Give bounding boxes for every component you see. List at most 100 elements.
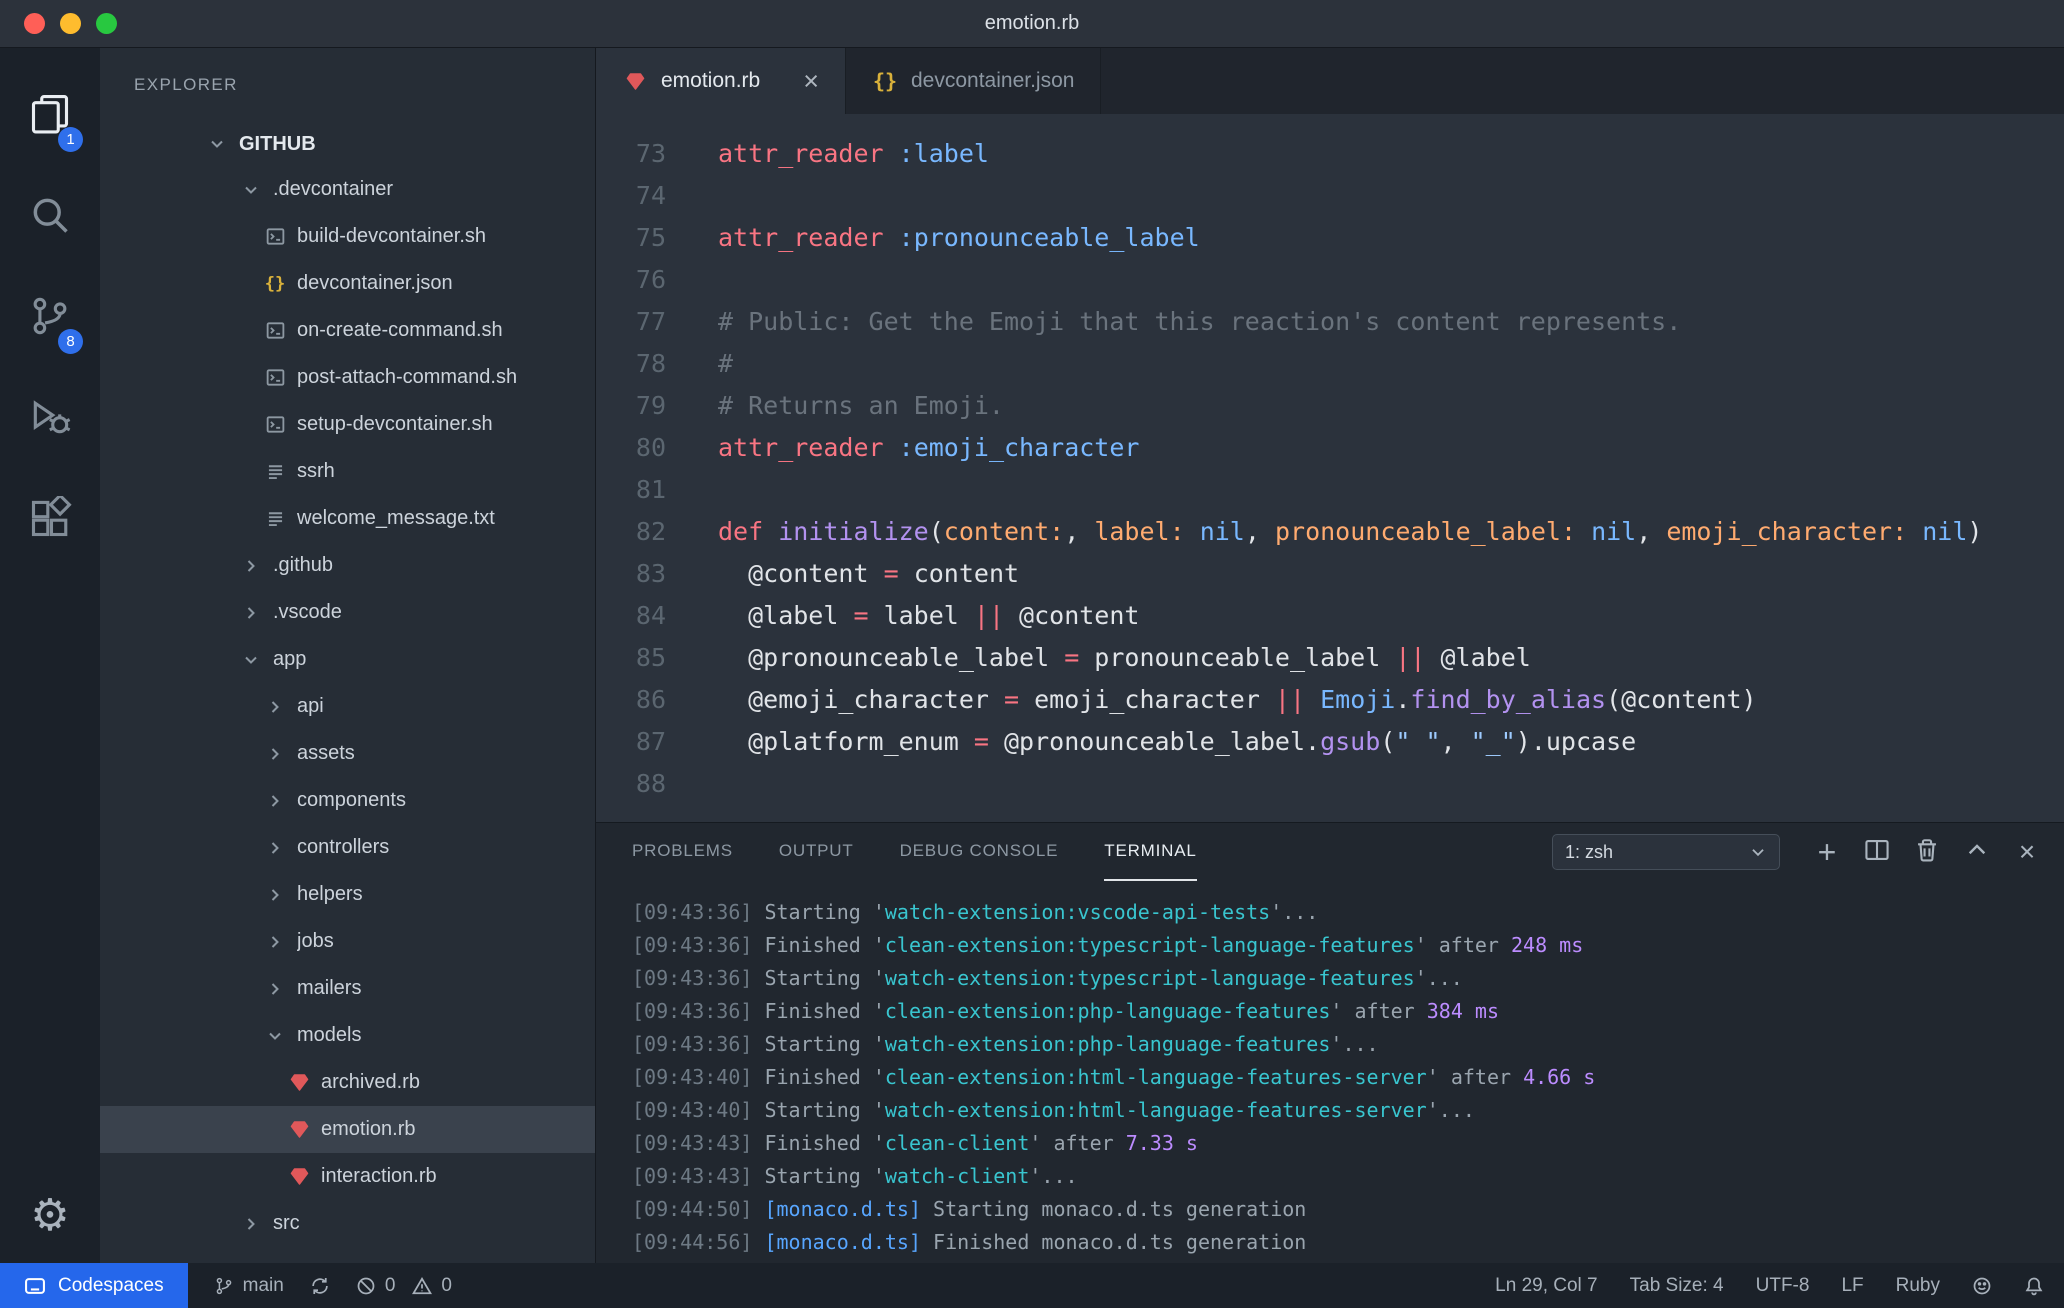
code-text: # [718, 348, 734, 378]
tree-item-label: src [273, 1212, 300, 1234]
tree-file-setup-devcontainer.sh[interactable]: setup-devcontainer.sh [100, 401, 595, 448]
tree-folder-.vscode[interactable]: .vscode [100, 589, 595, 636]
tree-folder-jobs[interactable]: jobs [100, 918, 595, 965]
terminal-line: [09:43:43] Finished ' clean-client ' after… [632, 1130, 1198, 1155]
tree-file-build-devcontainer.sh[interactable]: build-devcontainer.sh [100, 213, 595, 260]
code-area[interactable]: 73 attr_reader :label 74 75 attr_reader :pro… [596, 114, 2064, 822]
status-item-utf-8[interactable]: UTF-8 [1756, 1275, 1810, 1297]
status-item-ruby[interactable]: Ruby [1896, 1275, 1940, 1297]
tree-folder-assets[interactable]: assets [100, 730, 595, 777]
tree-file-archived.rb[interactable]: archived.rb [100, 1059, 595, 1106]
minimize-window-button[interactable] [60, 13, 81, 34]
sync-changes-button[interactable] [310, 1276, 330, 1296]
tree-folder-controllers[interactable]: controllers [100, 824, 595, 871]
chevron-up-icon [1964, 837, 1990, 868]
tree-file-emotion.rb[interactable]: emotion.rb [100, 1106, 595, 1153]
tree-folder-helpers[interactable]: helpers [100, 871, 595, 918]
problems-indicator[interactable]: 0 0 [356, 1275, 452, 1297]
line-number: 80 [635, 432, 666, 462]
panel-tab-problems[interactable]: PROBLEMS [632, 823, 733, 881]
panel-tab-terminal[interactable]: TERMINAL [1104, 823, 1197, 881]
code-line-85: 85 @pronounceable_label = pronounceable_… [596, 636, 2064, 678]
close-icon: × [2018, 836, 2036, 867]
tab-emotion.rb[interactable]: emotion.rb × [596, 48, 846, 114]
json-file-icon: {} [872, 69, 898, 93]
activity-search-button[interactable] [0, 167, 100, 268]
panel-tab-output[interactable]: OUTPUT [779, 823, 854, 881]
chevron-right-icon [238, 556, 264, 576]
terminal-line: [09:43:40] Finished ' clean-extension:htm… [632, 1064, 1596, 1089]
line-number: 73 [635, 138, 666, 168]
shell-selector-label: 1: zsh [1565, 841, 1614, 862]
git-branch-icon [214, 1276, 234, 1296]
tree-folder-.devcontainer[interactable]: .devcontainer [100, 166, 595, 213]
maximize-panel-button[interactable] [1956, 832, 1998, 872]
line-number: 74 [635, 180, 666, 210]
code-text: @pronounceable_label = pronounceable_lab… [718, 642, 1531, 672]
tree-file-interaction.rb[interactable]: interaction.rb [100, 1153, 595, 1200]
tree-item-label: assets [297, 742, 355, 764]
chevron-right-icon [262, 744, 288, 764]
chevron-right-icon [262, 697, 288, 717]
close-window-button[interactable] [24, 13, 45, 34]
line-number: 88 [635, 768, 666, 798]
file-tree: .devcontainer build-devcontainer.sh {} devc… [100, 166, 595, 1247]
kill-terminal-button[interactable] [1906, 832, 1948, 872]
status-item-ln-29-col-7[interactable]: Ln 29, Col 7 [1495, 1275, 1597, 1297]
error-count: 0 [384, 1274, 396, 1296]
tree-item-label: archived.rb [321, 1071, 420, 1093]
activity-explorer-button[interactable]: 1 [0, 66, 100, 167]
maximize-window-button[interactable] [96, 13, 117, 34]
chevron-down-icon [238, 650, 264, 670]
tree-root-github[interactable]: GITHUB [100, 122, 595, 166]
terminal-shell-selector[interactable]: 1: zsh [1552, 834, 1780, 870]
tree-item-label: .vscode [273, 601, 342, 623]
new-terminal-button[interactable]: + [1806, 832, 1848, 872]
remote-indicator-codespaces[interactable]: Codespaces [0, 1263, 188, 1308]
tree-folder-mailers[interactable]: mailers [100, 965, 595, 1012]
tree-file-ssrh[interactable]: ssrh [100, 448, 595, 495]
tree-item-label: on-create-command.sh [297, 319, 503, 341]
line-number: 78 [635, 348, 666, 378]
tab-devcontainer.json[interactable]: {} devcontainer.json [846, 48, 1102, 114]
tree-file-post-attach-command.sh[interactable]: post-attach-command.sh [100, 354, 595, 401]
tree-item-label: app [273, 648, 307, 670]
explorer-sidebar: EXPLORER GITHUB .devcontainer build-devco… [100, 48, 596, 1263]
window-title: emotion.rb [984, 12, 1080, 34]
line-number: 76 [635, 264, 666, 294]
warning-icon [412, 1276, 433, 1296]
terminal-output[interactable]: [09:43:36] Starting ' watch-extension:vsc… [596, 881, 2064, 1258]
notifications-button[interactable] [2024, 1276, 2044, 1296]
codespaces-icon [24, 1275, 46, 1297]
tree-file-welcome_message.txt[interactable]: welcome_message.txt [100, 495, 595, 542]
tree-folder-.github[interactable]: .github [100, 542, 595, 589]
feedback-button[interactable] [1972, 1276, 1992, 1296]
activity-run-debug-button[interactable] [0, 369, 100, 470]
activity-source-control-button[interactable]: 8 [0, 268, 100, 369]
line-number: 82 [635, 516, 666, 546]
tree-folder-api[interactable]: api [100, 683, 595, 730]
code-line-80: 80 attr_reader :emoji_character [596, 426, 2064, 468]
tree-folder-models[interactable]: models [100, 1012, 595, 1059]
tree-root-label: GITHUB [239, 132, 316, 155]
tree-folder-app[interactable]: app [100, 636, 595, 683]
close-panel-button[interactable]: × [2006, 832, 2048, 872]
status-item-lf[interactable]: LF [1841, 1275, 1863, 1297]
status-item-tab-size-4[interactable]: Tab Size: 4 [1630, 1275, 1724, 1297]
branch-indicator[interactable]: main [214, 1275, 284, 1297]
activity-extensions-button[interactable] [0, 470, 100, 571]
tree-item-label: models [297, 1024, 362, 1046]
panel-tab-debug-console[interactable]: DEBUG CONSOLE [900, 823, 1059, 881]
tree-folder-src[interactable]: src [100, 1200, 595, 1247]
split-terminal-button[interactable] [1856, 832, 1898, 872]
code-text: attr_reader :pronounceable_label [718, 222, 1200, 252]
tree-folder-components[interactable]: components [100, 777, 595, 824]
tree-file-on-create-command.sh[interactable]: on-create-command.sh [100, 307, 595, 354]
settings-button[interactable]: ⚙ [0, 1167, 100, 1263]
tree-item-label: welcome_message.txt [297, 507, 495, 529]
tree-file-devcontainer.json[interactable]: {} devcontainer.json [100, 260, 595, 307]
tab-bar: emotion.rb × {} devcontainer.json [596, 48, 2064, 114]
close-icon[interactable]: × [803, 67, 819, 95]
title-bar: emotion.rb [0, 0, 2064, 48]
chevron-right-icon [262, 885, 288, 905]
